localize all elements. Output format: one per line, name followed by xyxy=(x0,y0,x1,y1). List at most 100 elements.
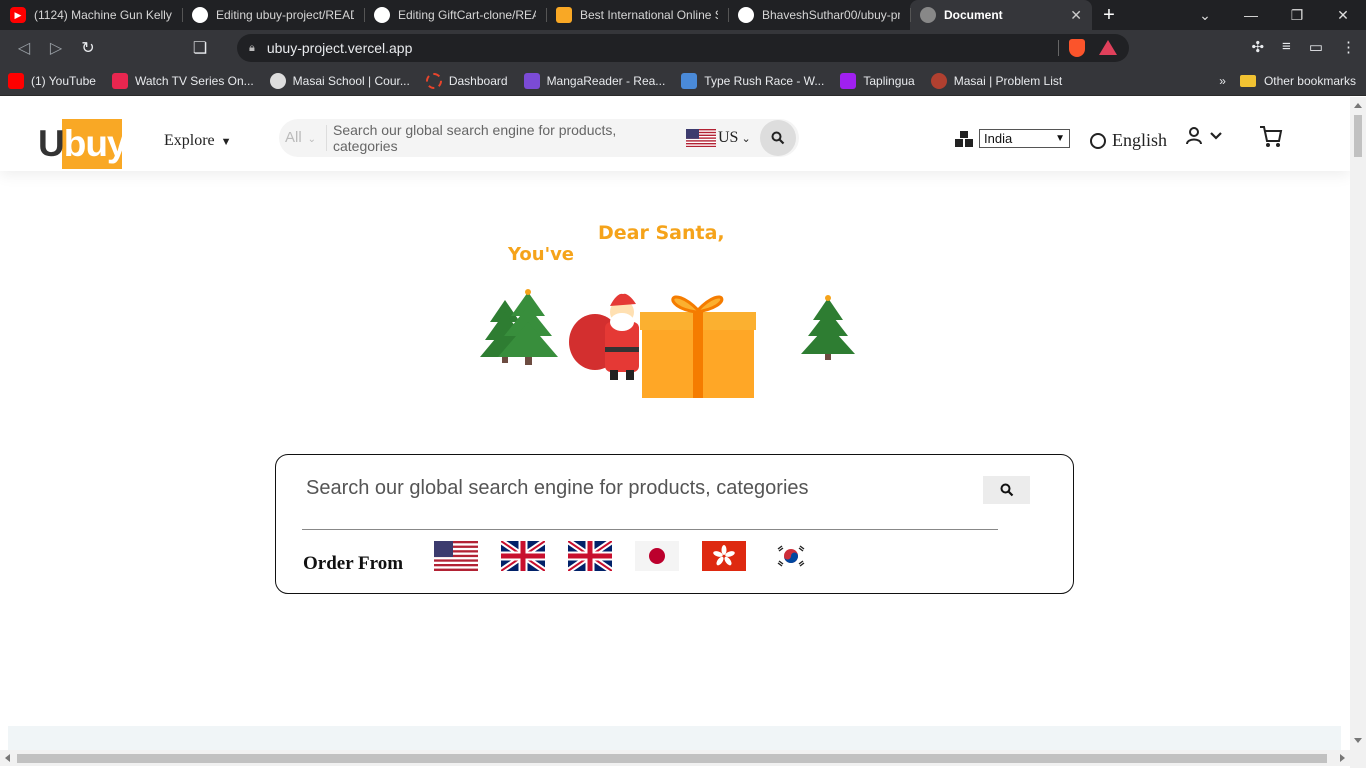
uk-flag-icon[interactable] xyxy=(501,541,545,571)
cart-icon xyxy=(1260,126,1283,147)
bookmark-item[interactable]: Type Rush Race - W... xyxy=(681,72,825,89)
chevron-down-icon xyxy=(1210,132,1222,140)
bookmark-label: Masai | Problem List xyxy=(953,73,1063,88)
browser-tab[interactable]: Editing ubuy-project/READI xyxy=(182,0,364,30)
divider xyxy=(302,529,998,530)
scroll-right-icon[interactable] xyxy=(1340,754,1345,762)
masai-icon xyxy=(930,72,947,89)
vertical-scrollbar[interactable] xyxy=(1350,97,1366,768)
bookmark-icon[interactable]: ❏ xyxy=(184,38,216,58)
minimize-button[interactable]: — xyxy=(1228,7,1274,24)
country-select[interactable]: India ▼ xyxy=(979,129,1070,148)
bookmarks-right: » Other bookmarks xyxy=(1219,74,1366,88)
playlist-icon[interactable]: ≡ xyxy=(1282,38,1291,56)
star-icon xyxy=(840,72,857,89)
close-window-button[interactable]: ✕ xyxy=(1320,7,1366,24)
category-select[interactable]: All ⌄ xyxy=(279,125,327,151)
language-selector[interactable]: English xyxy=(1090,130,1167,151)
user-icon xyxy=(1186,127,1202,145)
store-selector[interactable]: US ⌄ xyxy=(718,129,751,147)
bookmark-item[interactable]: Masai | Problem List xyxy=(930,72,1063,89)
extensions-icon[interactable]: ✣ xyxy=(1251,38,1264,56)
youtube-icon: ▶ xyxy=(10,7,26,23)
bookmark-item[interactable]: (1) YouTube xyxy=(8,72,96,89)
browser-tab-active[interactable]: Document ✕ xyxy=(910,0,1092,30)
menu-icon[interactable]: ⋮ xyxy=(1341,38,1356,56)
address-bar[interactable]: 🔒︎ ubuy-project.vercel.app xyxy=(237,34,1129,62)
divider xyxy=(1058,40,1059,56)
browser-tab[interactable]: BhaveshSuthar00/ubuy-pro xyxy=(728,0,910,30)
wallet-icon[interactable]: ▭ xyxy=(1309,38,1323,56)
chevron-down-icon[interactable]: ⌄ xyxy=(1182,7,1228,24)
explore-menu[interactable]: Explore ▼ xyxy=(164,132,232,150)
scroll-down-icon[interactable] xyxy=(1354,738,1362,743)
header-search-button[interactable] xyxy=(760,120,796,156)
country-value: India xyxy=(984,131,1013,146)
warehouse-icon xyxy=(955,130,973,147)
chevron-down-icon: ⌄ xyxy=(741,133,751,145)
bookmark-item[interactable]: MangaReader - Rea... xyxy=(523,72,665,89)
forward-icon[interactable]: ▷ xyxy=(40,38,72,58)
country-selector: India ▼ xyxy=(955,129,1070,148)
browser-tab-strip: ▶ (1124) Machine Gun Kelly - Editing ubu… xyxy=(0,0,1366,30)
browser-toolbar: ◁ ▷ ↻ ❏ 🔒︎ ubuy-project.vercel.app ✣ ≡ ▭… xyxy=(0,30,1366,66)
back-icon[interactable]: ◁ xyxy=(8,38,40,58)
mangareader-icon xyxy=(523,72,540,89)
search-icon xyxy=(1000,483,1013,497)
tab-label: Editing GiftCart-clone/READ xyxy=(398,8,536,22)
browser-tab[interactable]: Editing GiftCart-clone/READ xyxy=(364,0,546,30)
bookmark-item[interactable]: Masai School | Cour... xyxy=(269,72,410,89)
brave-rewards-icon[interactable] xyxy=(1099,40,1117,55)
browser-tab[interactable]: Best International Online Sh xyxy=(546,0,728,30)
new-tab-button[interactable]: + xyxy=(1092,4,1126,27)
uk-flag-icon[interactable] xyxy=(568,541,612,571)
korea-flag-icon[interactable] xyxy=(769,541,813,571)
maximize-button[interactable]: ❐ xyxy=(1274,7,1320,24)
other-bookmarks-link[interactable]: Other bookmarks xyxy=(1264,74,1356,88)
scroll-thumb[interactable] xyxy=(17,754,1327,763)
japan-flag-icon[interactable] xyxy=(635,541,679,571)
scroll-thumb[interactable] xyxy=(1354,115,1362,157)
bookmark-item[interactable]: Dashboard xyxy=(425,72,508,89)
main-search-input[interactable]: Search our global search engine for prod… xyxy=(306,477,809,500)
bookmarks-bar: (1) YouTube Watch TV Series On... Masai … xyxy=(0,66,1366,96)
reload-icon[interactable]: ↻ xyxy=(72,38,104,58)
logo-prefix: U xyxy=(38,123,65,164)
search-icon xyxy=(771,131,785,145)
bookmark-label: Dashboard xyxy=(448,73,508,88)
github-icon xyxy=(374,7,390,23)
close-tab-icon[interactable]: ✕ xyxy=(1070,7,1082,24)
tab-label: Best International Online Sh xyxy=(580,8,718,22)
language-label: English xyxy=(1112,130,1168,150)
horizontal-scrollbar[interactable] xyxy=(0,750,1350,766)
cart-button[interactable] xyxy=(1259,125,1283,154)
more-bookmarks-button[interactable]: » xyxy=(1219,74,1226,88)
ubuy-icon xyxy=(556,7,572,23)
tab-label: (1124) Machine Gun Kelly - xyxy=(34,8,172,22)
bookmark-item[interactable]: Taplingua xyxy=(840,72,915,89)
ubuy-logo[interactable]: Ubuy xyxy=(38,119,128,169)
tab-label: BhaveshSuthar00/ubuy-pro xyxy=(762,8,900,22)
us-flag-icon[interactable] xyxy=(434,541,478,571)
header-search-input[interactable]: Search our global search engine for prod… xyxy=(327,122,682,154)
header-search-bar: All ⌄ Search our global search engine for… xyxy=(279,119,799,157)
scroll-up-icon[interactable] xyxy=(1354,103,1362,108)
hong-kong-flag-icon[interactable] xyxy=(702,541,746,571)
store-code: US xyxy=(718,129,739,146)
account-menu[interactable] xyxy=(1186,127,1222,145)
bookmark-item[interactable]: Watch TV Series On... xyxy=(111,72,254,89)
scroll-left-icon[interactable] xyxy=(5,754,10,762)
window-controls: ⌄ — ❐ ✕ xyxy=(1182,7,1366,24)
typerush-icon xyxy=(681,72,698,89)
bookmark-label: (1) YouTube xyxy=(31,73,96,88)
order-from-label: Order From xyxy=(303,553,404,574)
bookmark-label: Type Rush Race - W... xyxy=(704,73,825,88)
main-search-button[interactable] xyxy=(983,476,1030,504)
brave-shield-icon[interactable] xyxy=(1069,39,1085,57)
santa xyxy=(569,286,639,380)
browser-tab[interactable]: ▶ (1124) Machine Gun Kelly - xyxy=(0,0,182,30)
gift-box xyxy=(640,295,756,398)
chevron-down-icon: ⌄ xyxy=(307,134,317,145)
github-icon xyxy=(738,7,754,23)
x-logo-icon xyxy=(111,72,128,89)
